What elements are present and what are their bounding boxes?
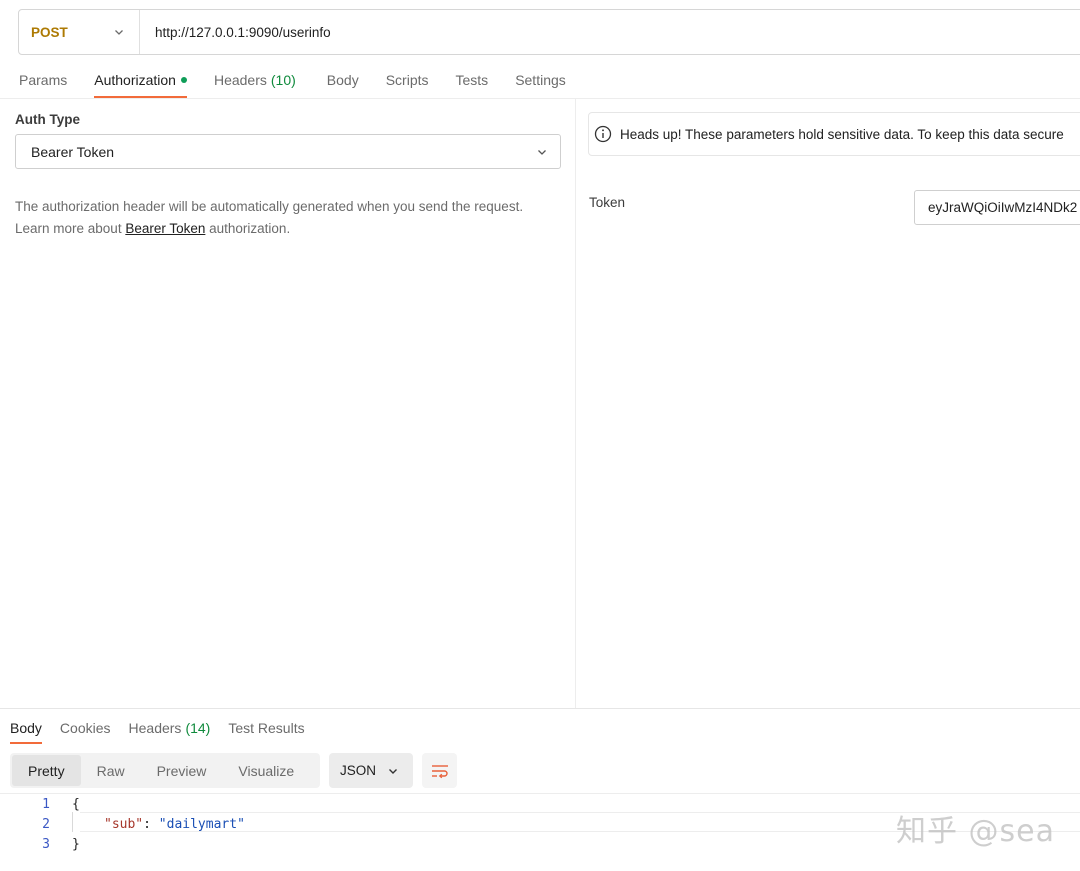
url-input[interactable] [140,24,840,40]
indent-guide [72,812,73,832]
response-toolbar: Pretty Raw Preview Visualize JSON [10,753,457,788]
tabs-divider [0,98,1080,99]
tab-label: Test Results [228,719,305,736]
format-label: JSON [340,763,377,778]
tab-label: Params [19,72,68,88]
notice-text: Heads up! These parameters hold sensitiv… [620,126,1064,142]
tab-label: Body [10,719,42,736]
tab-tests[interactable]: Tests [456,62,489,98]
tab-label: Scripts [385,72,429,88]
tab-authorization[interactable]: Authorization [94,62,187,98]
tab-scripts[interactable]: Scripts [386,62,429,98]
auth-type-select[interactable]: Bearer Token [15,134,561,169]
token-label: Token [589,195,626,210]
json-brace: } [72,836,80,852]
help-suffix: authorization. [205,221,291,236]
request-tabs: Params Authorization Headers (10) Body Sc… [0,62,1080,99]
json-brace: { [72,796,80,812]
tab-label: Body [326,72,359,88]
tab-params[interactable]: Params [19,62,67,98]
response-tab-test-results[interactable]: Test Results [228,711,304,744]
tab-label: Tests [455,72,489,88]
response-tab-body[interactable]: Body [10,711,42,744]
tab-label: Cookies [59,719,111,736]
help-line: Learn more about Bearer Token authorizat… [15,218,565,240]
tab-label: Headers [128,719,182,736]
response-tab-cookies[interactable]: Cookies [60,711,111,744]
response-tab-headers[interactable]: Headers (14) [129,711,211,744]
view-raw-button[interactable]: Raw [81,755,141,786]
request-url-bar: POST [18,9,1080,55]
line-number: 3 [42,836,50,852]
view-mode-group: Pretty Raw Preview Visualize [10,753,320,788]
view-preview-button[interactable]: Preview [141,755,223,786]
tab-settings[interactable]: Settings [515,62,566,98]
bearer-token-link[interactable]: Bearer Token [125,221,205,236]
line-number: 2 [42,816,50,832]
pane-divider[interactable] [575,99,576,709]
wrap-lines-icon [431,764,448,778]
tab-label: Headers [213,72,267,88]
help-prefix: Learn more about [15,221,126,236]
headers-count: (14) [185,719,211,736]
watermark: 知乎 @sea [896,814,1056,849]
token-input[interactable] [914,190,1080,225]
chevron-down-icon [115,30,123,35]
sensitive-data-notice: Heads up! These parameters hold sensitiv… [588,112,1080,156]
line-number: 1 [42,796,50,812]
info-icon [594,125,612,143]
chevron-down-icon [538,149,546,155]
headers-count: (10) [270,72,296,88]
auth-type-label: Auth Type [15,112,80,127]
tab-label: Authorization [94,72,176,88]
method-label: POST [31,24,68,40]
tab-headers[interactable]: Headers (10) [214,62,296,98]
response-tabs: Body Cookies Headers (14) Test Results [10,711,305,745]
auth-type-value: Bearer Token [31,143,115,160]
view-pretty-button[interactable]: Pretty [12,755,81,786]
format-dropdown[interactable]: JSON [329,753,413,788]
help-line: The authorization header will be automat… [15,199,524,214]
auth-help-text: The authorization header will be automat… [15,196,565,240]
tab-label: Settings [515,72,566,88]
tab-body[interactable]: Body [327,62,359,98]
modified-dot-icon [180,77,187,83]
chevron-down-icon [389,768,397,774]
method-dropdown[interactable]: POST [19,10,140,54]
wrap-lines-button[interactable] [422,753,457,788]
response-divider[interactable] [0,708,1080,709]
view-visualize-button[interactable]: Visualize [222,755,310,786]
